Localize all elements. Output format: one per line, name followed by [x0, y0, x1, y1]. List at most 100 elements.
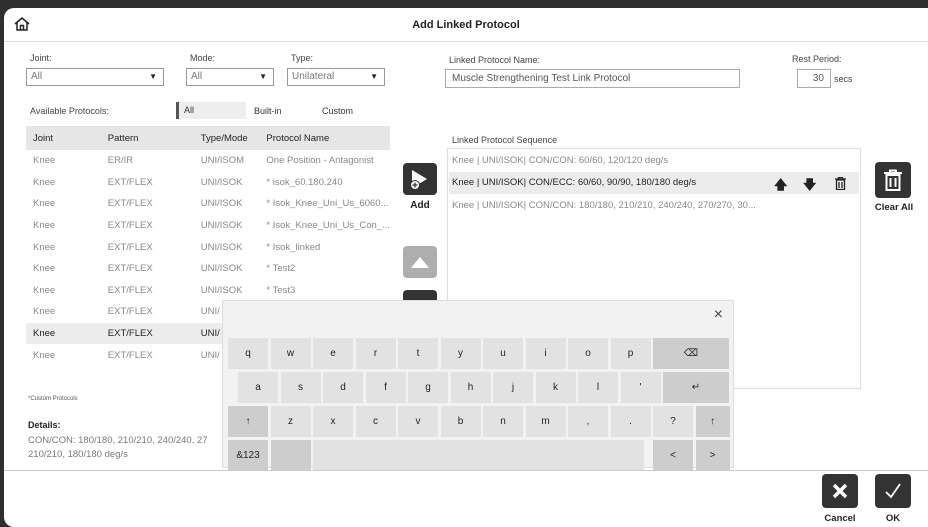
- table-row[interactable]: Knee EXT/FLEX UNI/ISOK * Test3: [26, 280, 390, 302]
- details-text-line2: 210/210, 180/180 deg/s: [28, 449, 128, 460]
- key-p[interactable]: p: [610, 338, 651, 369]
- key-s[interactable]: s: [280, 372, 321, 403]
- cell-joint: Knee: [33, 284, 56, 296]
- available-protocols-label: Available Protocols:: [30, 106, 109, 116]
- cell-joint: Knee: [33, 155, 56, 167]
- move-up-button[interactable]: [403, 246, 437, 278]
- backspace-key[interactable]: ⌫: [653, 338, 729, 369]
- chevron-down-icon: ▼: [259, 72, 267, 81]
- tab-all[interactable]: All: [176, 102, 246, 119]
- table-header: Joint Pattern Type/Mode Protocol Name: [26, 126, 390, 150]
- key-h[interactable]: h: [450, 372, 491, 403]
- cursor-right-key[interactable]: >: [695, 440, 730, 471]
- key-a[interactable]: a: [238, 372, 278, 403]
- key-e[interactable]: e: [313, 338, 353, 369]
- table-row[interactable]: Knee EXT/FLEX UNI/ISOK * Isok_Knee_Uni_Us_6…: [26, 193, 390, 215]
- key-t[interactable]: t: [398, 338, 438, 369]
- symbols-key[interactable]: &123: [228, 440, 268, 471]
- cell-type-mode: UNI/ISOK: [200, 284, 243, 296]
- key-i[interactable]: i: [525, 338, 566, 369]
- table-row[interactable]: Knee EXT/FLEX UNI/ISOK * Isok_Knee_Uni_Us_C…: [26, 215, 390, 237]
- cancel-button[interactable]: [822, 474, 858, 508]
- cell-joint: Knee: [33, 306, 56, 318]
- key-v[interactable]: v: [398, 406, 438, 437]
- details-label: Details:: [28, 420, 61, 430]
- key-d[interactable]: d: [323, 372, 363, 403]
- tab-built-in[interactable]: Built-in: [254, 106, 282, 116]
- key-m[interactable]: m: [525, 406, 566, 437]
- checkmark-icon: [885, 483, 901, 499]
- col-type-mode: Type/Mode: [193, 126, 260, 150]
- cell-joint: Knee: [33, 220, 56, 232]
- clear-all-label: Clear All: [874, 202, 914, 213]
- cell-type-mode: UNI/ISOK: [200, 220, 243, 232]
- key-b[interactable]: b: [440, 406, 481, 437]
- add-arrow-icon: [410, 170, 427, 190]
- table-row[interactable]: Knee EXT/FLEX UNI/ISOK * Test2: [26, 258, 390, 280]
- cell-type-mode: UNI/ISOK: [200, 198, 243, 210]
- cursor-left-key[interactable]: <: [653, 440, 693, 471]
- linked-name-label: Linked Protocol Name:: [449, 55, 541, 65]
- add-button[interactable]: [403, 163, 437, 195]
- keyboard-close-icon[interactable]: ×: [714, 306, 723, 324]
- cell-type-mode: UNI/ISOM: [200, 155, 244, 167]
- cell-protocol-name: * Isok_linked: [266, 241, 321, 253]
- key-period[interactable]: .: [610, 406, 651, 437]
- rest-period-input[interactable]: 30: [797, 69, 831, 88]
- sequence-row[interactable]: Knee | UNI/ISOK| CON/CON: 180/180, 210/2…: [449, 195, 859, 217]
- key-apostrophe[interactable]: ': [620, 372, 661, 403]
- key-n[interactable]: n: [483, 406, 523, 437]
- type-select[interactable]: Unilateral ▼: [287, 68, 385, 86]
- enter-key[interactable]: ↵: [663, 372, 729, 403]
- col-protocol-name: Protocol Name: [259, 126, 390, 150]
- cell-protocol-name: * Test3: [266, 284, 296, 296]
- cell-type-mode: UNI/ISOK: [200, 241, 243, 253]
- key-o[interactable]: o: [568, 338, 608, 369]
- key-u[interactable]: u: [483, 338, 523, 369]
- table-row[interactable]: Knee ER/IR UNI/ISOM One Position - Antagoni…: [26, 150, 390, 172]
- cell-pattern: EXT/FLEX: [107, 198, 153, 210]
- col-joint: Joint: [26, 126, 101, 150]
- dialog-window: Add Linked Protocol Joint: All ▼ Mode: Al…: [4, 8, 928, 527]
- key-f[interactable]: f: [365, 372, 406, 403]
- cell-pattern: EXT/FLEX: [107, 176, 153, 188]
- trash-icon[interactable]: [835, 176, 846, 191]
- sequence-row-selected[interactable]: Knee | UNI/ISOK| CON/ECC: 60/60, 90/90, …: [449, 172, 859, 194]
- cell-joint: Knee: [33, 241, 56, 253]
- key-question[interactable]: ?: [653, 406, 693, 437]
- clear-all-button[interactable]: [875, 162, 911, 198]
- key-comma[interactable]: ,: [568, 406, 608, 437]
- mode-select[interactable]: All ▼: [186, 68, 274, 86]
- emoji-key[interactable]: [270, 440, 311, 471]
- key-x[interactable]: x: [313, 406, 353, 437]
- shift-key-left[interactable]: ↑: [228, 406, 268, 437]
- cell-joint: Knee: [33, 198, 56, 210]
- triangle-up-icon: [411, 257, 429, 268]
- cell-joint: Knee: [26, 322, 101, 345]
- key-y[interactable]: y: [440, 338, 481, 369]
- key-z[interactable]: z: [270, 406, 311, 437]
- key-l[interactable]: l: [578, 372, 618, 403]
- key-c[interactable]: c: [355, 406, 396, 437]
- shift-key-right[interactable]: ↑: [695, 406, 730, 437]
- sequence-row[interactable]: Knee | UNI/ISOK| CON/CON: 60/60, 120/120…: [449, 150, 859, 172]
- cell-pattern: ER/IR: [107, 155, 134, 167]
- key-g[interactable]: g: [408, 372, 448, 403]
- key-w[interactable]: w: [270, 338, 311, 369]
- close-icon: [832, 483, 848, 499]
- table-row[interactable]: Knee EXT/FLEX UNI/ISOK * isok_60.180.240: [26, 172, 390, 194]
- joint-label: Joint:: [30, 53, 52, 63]
- key-q[interactable]: q: [228, 338, 268, 369]
- key-j[interactable]: j: [493, 372, 533, 403]
- linked-name-input[interactable]: Muscle Strengthening Test Link Protocol: [445, 69, 740, 88]
- tab-custom[interactable]: Custom: [322, 106, 353, 116]
- chevron-down-icon: ▼: [370, 72, 378, 81]
- table-row[interactable]: Knee EXT/FLEX UNI/ISOK * Isok_linked: [26, 236, 390, 258]
- joint-select[interactable]: All ▼: [26, 68, 164, 86]
- space-key[interactable]: [313, 440, 644, 471]
- key-k[interactable]: k: [535, 372, 576, 403]
- ok-button[interactable]: [875, 474, 911, 508]
- key-r[interactable]: r: [355, 338, 396, 369]
- cell-joint: Knee: [33, 176, 56, 188]
- header-divider: [4, 41, 928, 42]
